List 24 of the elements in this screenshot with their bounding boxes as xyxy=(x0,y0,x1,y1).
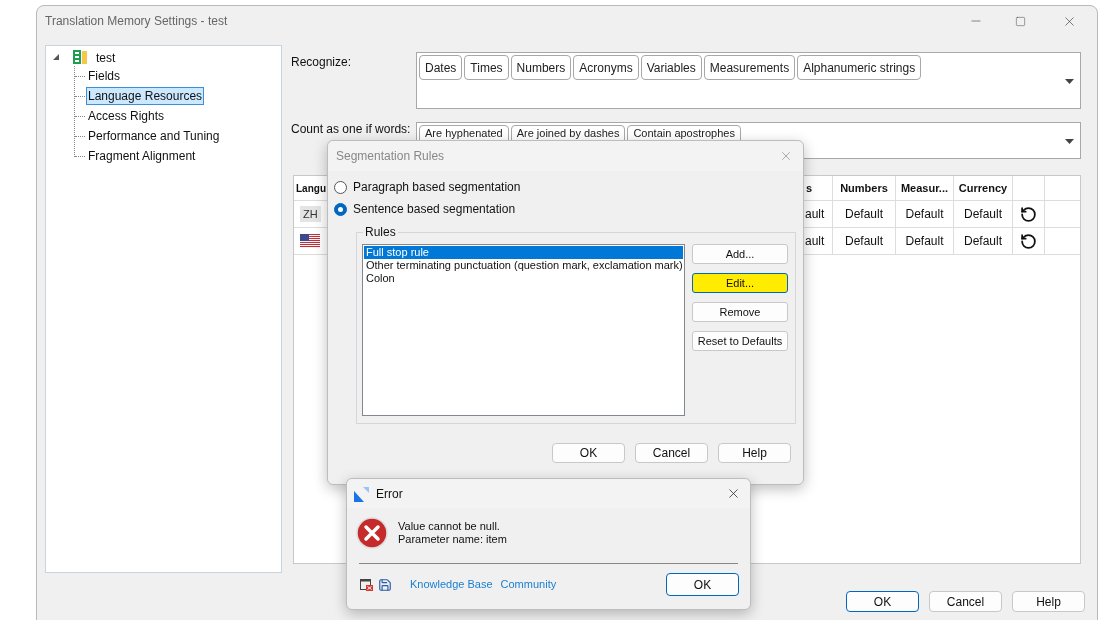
token-chip: Variables xyxy=(640,55,702,80)
token-chip: Dates xyxy=(419,55,463,80)
group-label: Rules xyxy=(364,224,397,241)
token-chip: Numbers xyxy=(510,55,572,80)
column-header: Numbers xyxy=(833,176,896,200)
field-label: Recognize: xyxy=(291,54,353,71)
table-cell: Default xyxy=(896,201,954,227)
dialog-title: Segmentation Rules xyxy=(336,148,446,165)
table-cell: Default xyxy=(896,228,954,254)
field-label: Count as one if words: xyxy=(291,122,412,136)
column-header: Measur... xyxy=(896,176,954,200)
token-chip: Acronyms xyxy=(573,55,639,80)
token-chip: Alphanumeric strings xyxy=(797,55,922,80)
token-chip: Times xyxy=(464,55,509,80)
table-cell: Default xyxy=(833,228,896,254)
token-chip: Measurements xyxy=(703,55,796,80)
dialog-title: Error xyxy=(376,485,404,503)
language-badge: ZH xyxy=(300,206,321,222)
table-cell: Default xyxy=(954,201,1013,227)
error-message: Value cannot be null. Parameter name: item xyxy=(398,520,507,546)
table-cell: Default xyxy=(833,201,896,227)
column-header: Currency xyxy=(954,176,1013,200)
table-cell: Default xyxy=(954,228,1013,254)
window-title: Translation Memory Settings - test xyxy=(45,13,229,30)
